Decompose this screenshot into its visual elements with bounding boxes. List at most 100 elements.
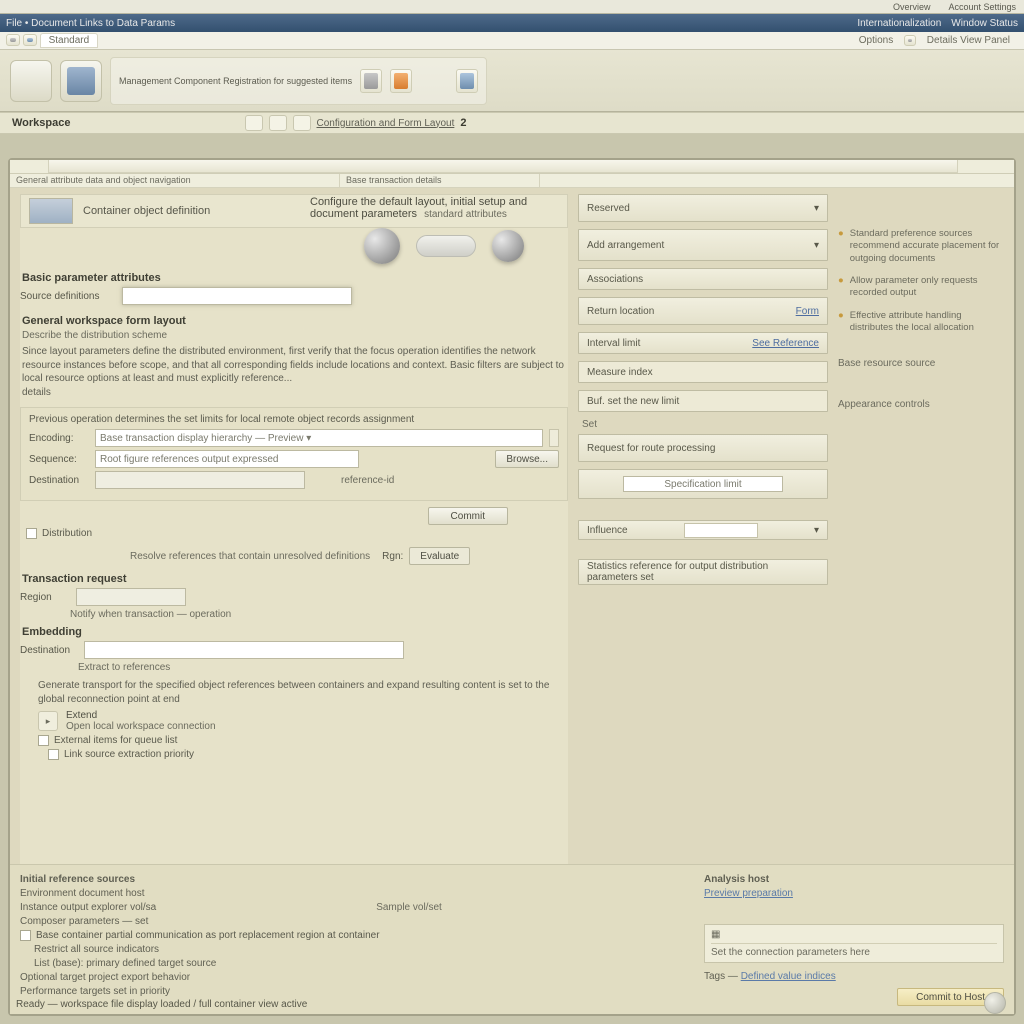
right-label-appearance: Appearance controls xyxy=(838,399,1004,410)
nav-back-icon[interactable] xyxy=(245,115,263,131)
titlebar-mid: Internationalization xyxy=(857,18,941,29)
mid-row-reserved[interactable]: Reserved▾ xyxy=(578,194,828,222)
sequence-input[interactable]: Root figure references output expressed xyxy=(95,450,359,468)
spec-limit-input[interactable]: Specification limit xyxy=(623,476,783,492)
window-top-strip: Overview Account Settings xyxy=(0,0,1024,14)
mid-row-spec[interactable]: Specification limit xyxy=(578,469,828,499)
right-note-2: ●Allow parameter only requests recorded … xyxy=(838,275,1004,300)
document-tab[interactable] xyxy=(48,160,958,173)
mid-form-link[interactable]: Form xyxy=(796,306,819,317)
mid-row-stats[interactable]: Statistics reference for output distribu… xyxy=(578,559,828,585)
menu-bar: Standard Options Details View Panel xyxy=(0,32,1024,50)
ribbon-group-label: Management Component Registration for su… xyxy=(119,76,352,86)
mid-row-interval[interactable]: Interval limitSee Reference xyxy=(578,332,828,354)
destination-label: Destination xyxy=(29,475,89,486)
mid-row-add[interactable]: Add arrangement▾ xyxy=(578,229,828,261)
document-tab-row xyxy=(10,160,1014,174)
embed-dest-label: Destination xyxy=(20,645,78,656)
link-priority-label: Link source extraction priority xyxy=(64,749,194,760)
footer-left-3: Composer parameters — set xyxy=(20,916,674,927)
right-note-3: ●Effective attribute handling distribute… xyxy=(838,310,1004,335)
evaluate-button[interactable]: Evaluate xyxy=(409,547,470,565)
sub-header: Workspace Configuration and Form Layout … xyxy=(0,112,1024,134)
work-area: General attribute data and object naviga… xyxy=(8,158,1016,1016)
column-header-row: General attribute data and object naviga… xyxy=(10,174,1014,188)
destination-input[interactable] xyxy=(95,471,305,489)
destination-note: reference-id xyxy=(341,475,394,486)
main-heading-sub: standard attributes xyxy=(424,209,507,220)
ribbon-primary-icon[interactable] xyxy=(60,60,102,102)
external-queue-label: External items for queue list xyxy=(54,735,177,746)
distribution-checkbox[interactable] xyxy=(26,528,37,539)
footer-tags-link[interactable]: Defined value indices xyxy=(741,971,836,982)
decor-sphere-1-icon xyxy=(364,228,400,264)
footer-left-1: Environment document host xyxy=(20,888,674,899)
footer-line-a: Restrict all source indicators xyxy=(34,944,674,955)
panel-icon[interactable] xyxy=(904,35,916,46)
footer-container-checkbox[interactable] xyxy=(20,930,31,941)
region-label: Region xyxy=(20,592,70,603)
link-priority-checkbox[interactable] xyxy=(48,749,59,760)
resolve-refs-text: Resolve references that contain unresolv… xyxy=(130,551,370,562)
titlebar-right: Window Status xyxy=(951,18,1018,29)
operation-group-title: Previous operation determines the set li… xyxy=(29,414,559,425)
nav-refresh-icon[interactable] xyxy=(293,115,311,131)
section-embedding: Embedding xyxy=(22,626,568,638)
embed-dest-value: Extract to references xyxy=(78,662,568,673)
mid-row-assoc[interactable]: Associations xyxy=(578,268,828,290)
menu-link-details[interactable]: Details View Panel xyxy=(919,34,1018,47)
status-orb-icon xyxy=(984,992,1006,1014)
source-definitions-input[interactable] xyxy=(122,287,352,305)
browse-button[interactable]: Browse... xyxy=(495,450,559,468)
extend-play-icon[interactable] xyxy=(38,711,58,731)
mid-set-label: Set xyxy=(582,419,828,430)
menu-tab-standard[interactable]: Standard xyxy=(40,33,99,48)
region-prefix: Rgn: xyxy=(382,551,403,562)
subheader-breadcrumb[interactable]: Configuration and Form Layout xyxy=(317,118,455,129)
footer-right-link-1[interactable]: Preview preparation xyxy=(704,888,1004,899)
ribbon-toolbar: Management Component Registration for su… xyxy=(0,50,1024,112)
subheader-title: Workspace xyxy=(12,117,71,129)
influence-input[interactable] xyxy=(684,523,758,538)
footer-panel: Initial reference sources Environment do… xyxy=(10,864,1014,1014)
ribbon-tool-3-icon[interactable] xyxy=(456,69,478,93)
extend-label: Extend xyxy=(66,710,216,721)
doc-icon xyxy=(23,34,37,46)
mid-row-measure[interactable]: Measure index xyxy=(578,361,828,383)
right-label-base: Base resource source xyxy=(838,358,1004,369)
ribbon-group-main: Management Component Registration for su… xyxy=(110,57,487,105)
ribbon-tool-2-icon[interactable] xyxy=(390,69,412,93)
mid-row-influence[interactable]: Influence▾ xyxy=(578,520,828,540)
titlebar-left: File • Document Links to Data Params xyxy=(6,18,175,29)
mid-row-return[interactable]: Return locationForm xyxy=(578,297,828,325)
commit-button[interactable]: Commit xyxy=(428,507,508,525)
footer-tags-line: Tags — Defined value indices xyxy=(704,971,1004,982)
menu-link-options[interactable]: Options xyxy=(851,34,901,47)
external-queue-checkbox[interactable] xyxy=(38,735,49,746)
region-input[interactable] xyxy=(76,588,186,606)
mid-seeref-link[interactable]: See Reference xyxy=(752,338,819,349)
chevron-down-icon[interactable]: ▾ xyxy=(814,240,819,251)
footer-conn-note: Set the connection parameters here xyxy=(711,947,997,958)
app-icon xyxy=(6,34,20,46)
encoding-select[interactable]: Base transaction display hierarchy — Pre… xyxy=(95,429,543,447)
column-header-2[interactable]: Base transaction details xyxy=(340,174,540,187)
ribbon-tool-1-icon[interactable] xyxy=(360,69,382,93)
encoding-dropdown-icon[interactable] xyxy=(549,429,559,447)
extend-sub: Open local workspace connection xyxy=(66,721,216,732)
column-header-3[interactable] xyxy=(540,174,1014,187)
decor-oval-icon xyxy=(416,235,476,257)
chevron-down-icon[interactable]: ▾ xyxy=(814,203,819,214)
column-header-1[interactable]: General attribute data and object naviga… xyxy=(10,174,340,187)
chevron-down-icon[interactable]: ▾ xyxy=(814,525,819,536)
ribbon-cloud-icon[interactable] xyxy=(10,60,52,102)
mid-row-request[interactable]: Request for route processing xyxy=(578,434,828,462)
right-note-1: ●Standard preference sources recommend a… xyxy=(838,228,1004,265)
mid-row-buf[interactable]: Buf. set the new limit xyxy=(578,390,828,412)
nav-fwd-icon[interactable] xyxy=(269,115,287,131)
footer-line-b: List (base): primary defined target sour… xyxy=(34,958,674,969)
distribution-label: Distribution xyxy=(42,528,92,539)
section-basic-params: Basic parameter attributes xyxy=(22,272,568,284)
topstrip-left: Overview xyxy=(893,2,931,12)
embed-dest-input[interactable] xyxy=(84,641,404,659)
